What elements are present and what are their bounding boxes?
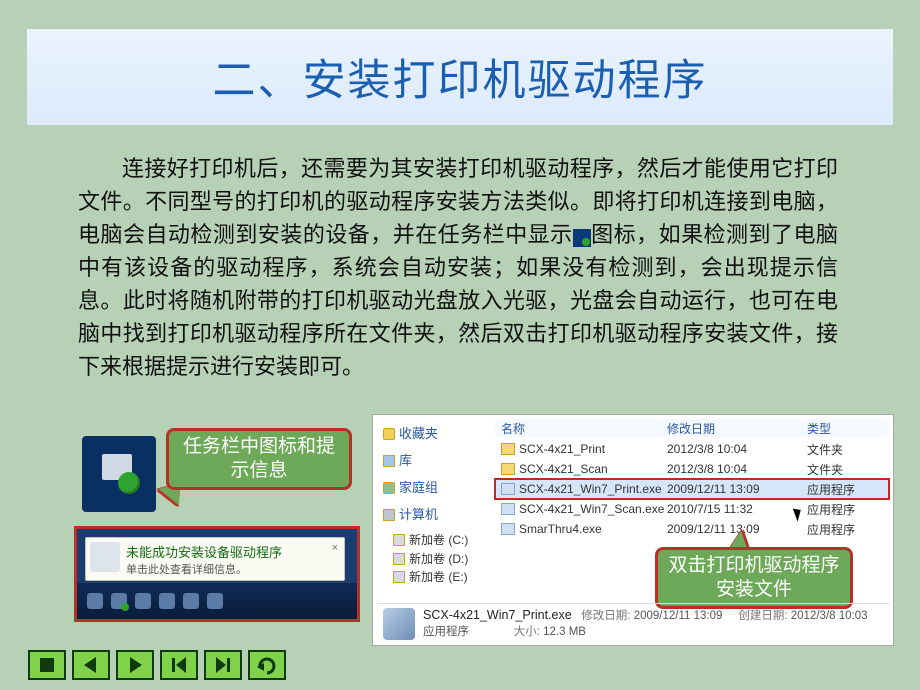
tooltip-subtitle: 单击此处查看详细信息。	[126, 561, 338, 577]
slide: 二、安装打印机驱动程序 连接好打印机后，还需要为其安装打印机驱动程序，然后才能使…	[0, 0, 920, 690]
nav-pane: 收藏夹 库 家庭组 计算机 新加卷 (C:) 新加卷 (D:) 新加卷 (E:)	[377, 419, 491, 601]
detail-filename: SCX-4x21_Win7_Print.exe	[423, 608, 572, 622]
col-date[interactable]: 修改日期	[667, 420, 807, 437]
callout-left: 任务栏中图标和提示信息	[166, 428, 352, 490]
list-item[interactable]: SCX-4x21_Scan 2012/3/8 10:04 文件夹	[495, 459, 889, 479]
column-headers: 名称 修改日期 类型	[495, 419, 889, 437]
nav-last-button[interactable]	[204, 650, 242, 680]
triangle-left-icon	[80, 655, 102, 675]
triangle-right-icon	[124, 655, 146, 675]
nav-computer[interactable]: 计算机	[383, 504, 491, 523]
nav-drive[interactable]: 新加卷 (D:)	[393, 550, 491, 569]
tray-item-icon	[183, 593, 199, 609]
drive-icon	[393, 534, 405, 546]
file-explorer: 名称 修改日期 类型 收藏夹 库 家庭组 计算机 新加卷 (C:) 新加卷 (D…	[372, 414, 894, 646]
exe-icon	[501, 503, 515, 515]
nav-next-button[interactable]	[116, 650, 154, 680]
drive-icon	[393, 571, 405, 583]
file-type-icon	[383, 608, 415, 640]
list-item[interactable]: SCX-4x21_Win7_Scan.exe 2010/7/15 11:32 应…	[495, 499, 889, 519]
tray-item-icon	[135, 593, 151, 609]
body-paragraph: 连接好打印机后，还需要为其安装打印机驱动程序，然后才能使用它打印文件。不同型号的…	[78, 152, 838, 383]
drive-icon	[393, 553, 405, 565]
balloon-tooltip: × 未能成功安装设备驱动程序 单击此处查看详细信息。	[85, 537, 345, 581]
nav-first-button[interactable]	[160, 650, 198, 680]
exe-icon	[501, 523, 515, 535]
tray-icon-image	[82, 436, 156, 512]
tray-status-icon	[573, 229, 591, 247]
callout-right-text: 双击打印机驱动程序安装文件	[666, 554, 842, 602]
col-type[interactable]: 类型	[807, 420, 883, 437]
folder-icon	[501, 463, 515, 475]
slide-title: 二、安装打印机驱动程序	[213, 46, 708, 108]
library-icon	[383, 455, 395, 467]
skip-last-icon	[212, 655, 234, 675]
tooltip-title: 未能成功安装设备驱动程序	[126, 542, 338, 561]
tray-device-icon	[111, 593, 127, 609]
details-pane: SCX-4x21_Win7_Print.exe 修改日期: 2009/12/11…	[377, 603, 889, 643]
title-box: 二、安装打印机驱动程序	[27, 29, 893, 125]
nav-return-button[interactable]	[248, 650, 286, 680]
nav-drive[interactable]: 新加卷 (C:)	[393, 531, 491, 550]
folder-icon	[501, 443, 515, 455]
nav-libraries[interactable]: 库	[383, 450, 491, 469]
tray-item-icon	[159, 593, 175, 609]
list-item-selected[interactable]: SCX-4x21_Win7_Print.exe 2009/12/11 13:09…	[495, 479, 889, 499]
computer-icon	[383, 509, 395, 521]
star-icon	[383, 428, 395, 440]
list-item[interactable]: SCX-4x21_Print 2012/3/8 10:04 文件夹	[495, 439, 889, 459]
nav-prev-button[interactable]	[72, 650, 110, 680]
callout-right: 双击打印机驱动程序安装文件	[655, 547, 853, 609]
file-list: SCX-4x21_Print 2012/3/8 10:04 文件夹 SCX-4x…	[495, 439, 889, 539]
tray-item-icon	[207, 593, 223, 609]
close-icon[interactable]: ×	[332, 542, 338, 554]
nav-homegroup[interactable]: 家庭组	[383, 477, 491, 496]
homegroup-icon	[383, 482, 395, 494]
nav-stop-button[interactable]	[28, 650, 66, 680]
col-name[interactable]: 名称	[501, 420, 667, 437]
list-item[interactable]: SmarThru4.exe 2009/12/11 13:09 应用程序	[495, 519, 889, 539]
slide-nav	[28, 650, 286, 680]
nav-favorites[interactable]: 收藏夹	[383, 423, 491, 442]
skip-first-icon	[168, 655, 190, 675]
tray-item-icon	[87, 593, 103, 609]
exe-icon	[501, 483, 515, 495]
system-tray	[77, 583, 357, 619]
taskbar-tooltip-image: × 未能成功安装设备驱动程序 单击此处查看详细信息。	[74, 526, 360, 622]
callout-left-text: 任务栏中图标和提示信息	[177, 435, 341, 483]
stop-icon	[36, 655, 58, 675]
nav-drive[interactable]: 新加卷 (E:)	[393, 568, 491, 587]
return-icon	[256, 655, 278, 675]
